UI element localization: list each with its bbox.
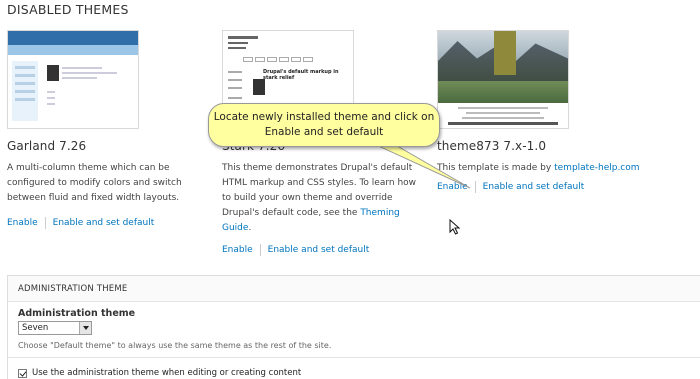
theme-garland: Garland 7.26 A multi-column theme which … <box>7 30 197 229</box>
checkbox-label: Use the administration theme when editin… <box>32 368 302 378</box>
divider <box>8 357 700 358</box>
theme-description: A multi-column theme which can be config… <box>7 163 182 203</box>
enable-and-set-default-link[interactable]: Enable and set default <box>53 218 155 228</box>
stark-screenshot-title: Drupal's default markup in stark relief <box>263 69 339 81</box>
template-help-link[interactable]: template-help.com <box>554 163 639 173</box>
admin-theme-label: Administration theme <box>18 308 136 319</box>
admin-theme-select[interactable]: Seven <box>18 321 92 335</box>
enable-link[interactable]: Enable <box>222 245 253 255</box>
garland-screenshot <box>7 30 139 129</box>
theme-description: This template is made by template-help.c… <box>437 163 640 173</box>
callout-line-1: Locate newly installed theme and click o… <box>213 111 435 123</box>
enable-link[interactable]: Enable <box>7 218 38 228</box>
enable-link[interactable]: Enable <box>437 182 468 192</box>
link-divider <box>259 244 261 256</box>
link-divider <box>474 181 476 193</box>
fieldset-legend: ADMINISTRATION THEME <box>18 284 128 294</box>
theme-name: theme873 7.x-1.0 <box>437 139 547 153</box>
chevron-down-icon[interactable] <box>79 322 91 334</box>
link-divider <box>44 217 46 229</box>
use-admin-theme-checkbox[interactable] <box>18 368 27 378</box>
selected-value: Seven <box>22 323 49 333</box>
instruction-callout: Locate newly installed theme and click o… <box>208 103 440 147</box>
callout-line-2: Enable and set default <box>264 126 384 138</box>
theme-description: This theme demonstrates Drupal's default… <box>222 163 417 233</box>
mouse-cursor-icon <box>449 219 461 235</box>
theme-name: Garland 7.26 <box>7 139 87 153</box>
section-title: DISABLED THEMES <box>7 2 129 17</box>
administration-theme-fieldset: ADMINISTRATION THEME Administration them… <box>7 275 700 379</box>
enable-and-set-default-link[interactable]: Enable and set default <box>268 245 370 255</box>
theme873-screenshot <box>437 30 569 129</box>
theme-theme873: theme873 7.x-1.0 This template is made b… <box>437 30 667 193</box>
enable-and-set-default-link[interactable]: Enable and set default <box>483 182 585 192</box>
admin-theme-hint: Choose "Default theme" to always use the… <box>18 341 332 350</box>
